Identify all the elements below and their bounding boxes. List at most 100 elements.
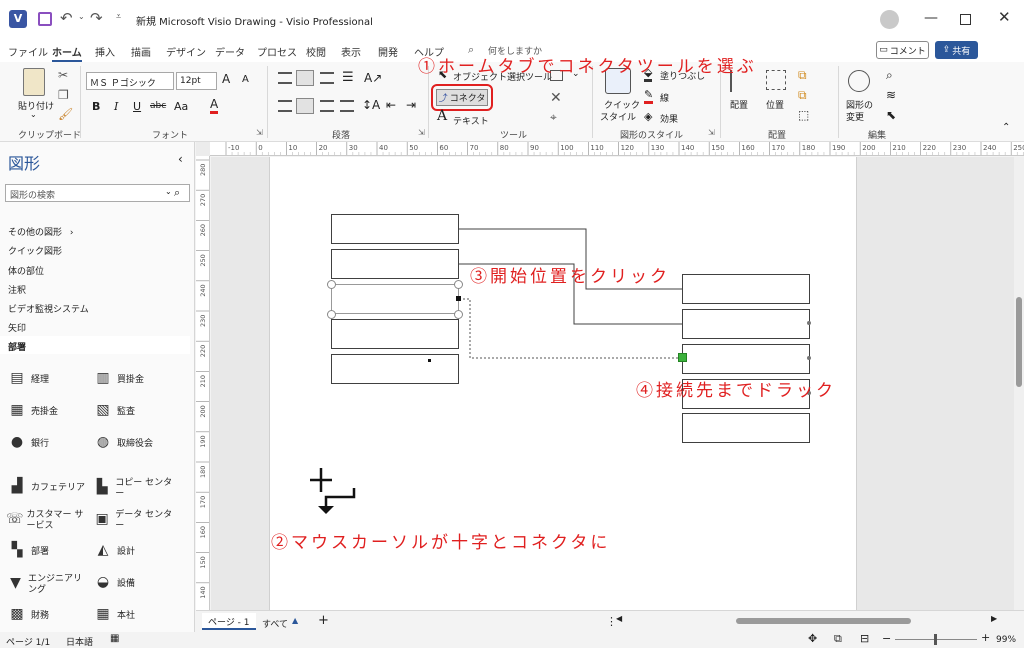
grow-font-icon[interactable]: A (222, 72, 230, 86)
connection-point-highlight[interactable] (678, 353, 687, 362)
category-video-surveillance[interactable]: ビデオ監視システム (8, 302, 89, 315)
stencil-item[interactable]: ◍ 取締役会 (92, 434, 176, 454)
target-box[interactable] (682, 413, 810, 443)
tab-file[interactable]: ファイル (8, 44, 48, 59)
paragraph-dialog-launcher-icon[interactable]: ⇲ (418, 128, 425, 137)
tab-view[interactable]: 表示 (341, 44, 361, 59)
tab-developer[interactable]: 開発 (378, 44, 398, 59)
text-direction-icon[interactable]: A↗ (364, 71, 382, 85)
language-indicator[interactable]: 日本語 (66, 635, 93, 648)
selection-handle[interactable] (327, 280, 336, 289)
process-box-selected[interactable] (331, 284, 459, 314)
target-box[interactable] (682, 344, 810, 374)
fit-page-icon[interactable]: ✥ (808, 632, 817, 645)
tab-data[interactable]: データ (215, 44, 245, 59)
stencil-item[interactable]: ▟ カフェテリア (6, 478, 90, 498)
stencil-item[interactable]: ▥ 買掛金 (92, 370, 176, 390)
avatar[interactable] (880, 10, 899, 29)
font-dialog-launcher-icon[interactable]: ⇲ (256, 128, 263, 137)
stencil-item[interactable]: ▦ 売掛金 (6, 402, 90, 422)
align-left-icon[interactable] (278, 100, 292, 112)
bullets-icon[interactable]: ☰ (342, 70, 354, 85)
shape-search-input[interactable]: 図形の検索 (5, 184, 190, 202)
category-departments-active[interactable]: 部署 (0, 336, 190, 354)
tab-home[interactable]: ホーム (52, 44, 82, 62)
find-icon[interactable]: ⌕ (886, 68, 893, 83)
line-icon[interactable]: ✎ (644, 88, 654, 104)
zoom-level[interactable]: 99% (996, 635, 1016, 645)
justify-icon[interactable] (340, 100, 354, 112)
line-label[interactable]: 線 (660, 91, 669, 104)
format-painter-icon[interactable]: 🖌 (58, 107, 73, 121)
stencil-item[interactable]: ▚ 部署 (6, 542, 90, 562)
stencil-item[interactable]: ▣ データ センター (92, 510, 176, 532)
text-tool-label[interactable]: テキスト (453, 114, 489, 127)
strikethrough-button[interactable]: abc (150, 101, 166, 111)
target-box[interactable] (682, 309, 810, 339)
vertical-scrollbar[interactable] (1014, 157, 1024, 610)
category-body-parts[interactable]: 体の部位 (8, 264, 44, 277)
change-shape-label-2[interactable]: 変更 (846, 110, 864, 123)
search-dropdown-icon[interactable]: ⌄ (165, 187, 172, 196)
all-pages-button[interactable]: すべて (262, 617, 288, 630)
minimize-button[interactable]: — (924, 10, 938, 26)
presentation-mode-icon[interactable]: ⧉ (834, 632, 842, 646)
stencil-item[interactable]: ◒ 設備 (92, 574, 176, 594)
layers-icon[interactable]: ≋ (886, 88, 896, 102)
select-icon[interactable]: ⬉ (886, 108, 896, 122)
target-box[interactable] (682, 274, 810, 304)
align-right-icon[interactable] (320, 100, 334, 112)
macro-record-icon[interactable]: ▦ (110, 633, 119, 644)
zoom-in-icon[interactable]: + (981, 631, 990, 644)
more-shapes-link[interactable]: その他の図形 › (8, 225, 74, 238)
connector-tool-button[interactable]: ⤴ コネクタ (431, 84, 493, 111)
zoom-out-icon[interactable]: − (882, 632, 891, 645)
collapse-pane-icon[interactable]: ‹ (178, 152, 183, 166)
font-size-select[interactable]: 12pt (176, 72, 217, 90)
effect-label[interactable]: 効果 (660, 112, 678, 125)
collapse-ribbon-icon[interactable]: ⌃ (1002, 122, 1010, 133)
tab-review[interactable]: 校閲 (306, 44, 326, 59)
paste-dropdown-icon[interactable]: ⌄ (30, 110, 37, 119)
quick-access-dropdown-icon[interactable]: ⩡ (116, 12, 121, 22)
increase-indent-icon[interactable]: ⇥ (406, 98, 416, 112)
stencil-item[interactable]: ▧ 監査 (92, 402, 176, 422)
stencil-item[interactable]: ▤ 経理 (6, 370, 90, 390)
search-icon[interactable]: ⌕ (174, 186, 180, 200)
scroll-right-icon[interactable]: ▶ (991, 614, 997, 623)
cut-icon[interactable]: ✂ (58, 68, 68, 82)
stencil-item[interactable]: ● 銀行 (6, 434, 90, 454)
quick-styles-label-2[interactable]: スタイル (600, 110, 636, 123)
share-button[interactable]: ⇪ 共有 (935, 41, 978, 59)
category-quick-shapes[interactable]: クイック図形 (8, 244, 62, 257)
process-box[interactable] (331, 214, 459, 244)
tab-draw[interactable]: 描画 (131, 44, 151, 59)
page-tab-1[interactable]: ページ - 1 (202, 613, 256, 630)
category-arrows[interactable]: 矢印 (8, 321, 26, 334)
undo-icon[interactable]: ↶ (60, 9, 73, 27)
process-box[interactable] (331, 319, 459, 349)
selection-handle[interactable] (327, 310, 336, 319)
group-icon[interactable]: ⬚ (798, 108, 809, 122)
stencil-item[interactable]: ▦ 本社 (92, 606, 176, 626)
comment-button[interactable]: ▭ コメント (876, 41, 929, 59)
position-label[interactable]: 位置 (766, 98, 784, 111)
add-page-icon[interactable]: + (318, 613, 329, 628)
align-middle-icon[interactable] (296, 70, 314, 86)
decrease-indent-icon[interactable]: ⇤ (386, 98, 396, 112)
scroll-left-icon[interactable]: ◀ (616, 614, 622, 623)
delete-connector-icon[interactable]: ✕ (550, 90, 562, 106)
selection-handle[interactable] (454, 280, 463, 289)
align-top-icon[interactable] (278, 72, 292, 84)
copy-icon[interactable]: ❐ (58, 88, 69, 102)
change-case-button[interactable]: Aa (174, 100, 188, 113)
shape-style-dialog-launcher-icon[interactable]: ⇲ (708, 128, 715, 137)
connector-start-point[interactable] (456, 296, 461, 301)
zoom-slider[interactable] (895, 634, 977, 645)
horizontal-scrollbar[interactable]: ◀ ▶ (616, 614, 1006, 626)
tab-process[interactable]: プロセス (257, 44, 297, 59)
bold-button[interactable]: B (92, 100, 100, 113)
stencil-item[interactable]: ▙ コピー センター (92, 478, 176, 500)
category-callouts[interactable]: 注釈 (8, 283, 26, 296)
position-icon[interactable] (766, 70, 786, 90)
